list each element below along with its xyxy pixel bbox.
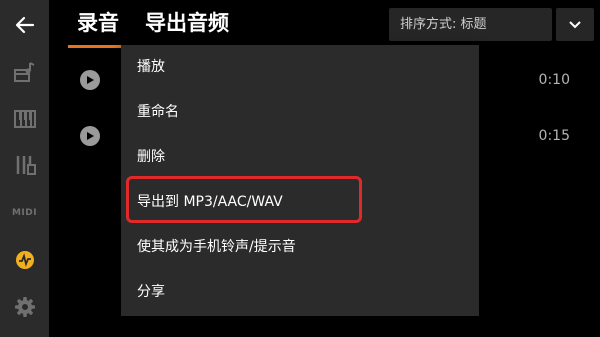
menu-item-set-ringtone[interactable]: 使其成为手机铃声/提示音 (121, 225, 479, 269)
play-icon (87, 132, 94, 140)
piano-button[interactable] (0, 50, 49, 94)
recording-duration: 0:10 (538, 72, 570, 88)
play-button-2[interactable] (80, 126, 100, 146)
menu-item-delete[interactable]: 删除 (121, 135, 479, 179)
midi-button[interactable]: MIDI (0, 191, 49, 235)
menu-item-share[interactable]: 分享 (121, 270, 479, 314)
play-icon (87, 76, 94, 84)
mixer-icon (16, 156, 36, 175)
back-button[interactable] (0, 3, 49, 47)
header: 录音 导出音频 排序方式: 标题 ? (49, 0, 600, 48)
sidebar: MIDI (0, 0, 49, 337)
back-arrow-icon (15, 16, 34, 34)
midi-icon: MIDI (11, 208, 38, 218)
keyboard-icon (13, 110, 36, 128)
recordings-button[interactable] (0, 238, 49, 282)
settings-button[interactable] (0, 285, 49, 329)
sort-selector[interactable]: 排序方式: 标题 (389, 8, 552, 41)
gear-icon (14, 297, 35, 317)
chevron-down-icon (569, 20, 581, 28)
recording-icon (15, 251, 34, 269)
piano-note-icon (13, 62, 34, 82)
mixer-button[interactable] (0, 144, 49, 188)
tab-recordings[interactable]: 录音 (77, 8, 119, 42)
keyboard-button[interactable] (0, 97, 49, 141)
play-button-1[interactable] (80, 70, 100, 90)
recording-duration: 0:15 (538, 128, 570, 144)
menu-item-rename[interactable]: 重命名 (121, 90, 479, 134)
active-tab-indicator (68, 45, 121, 48)
highlight-annotation (126, 176, 362, 223)
sort-dropdown-button[interactable] (556, 8, 594, 41)
tab-export-audio[interactable]: 导出音频 (145, 8, 229, 42)
menu-item-play[interactable]: 播放 (121, 45, 479, 89)
